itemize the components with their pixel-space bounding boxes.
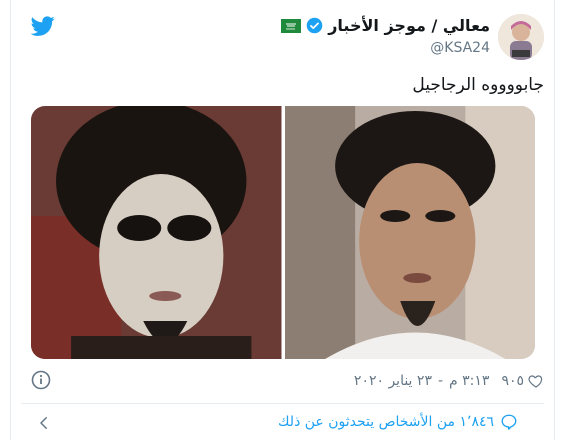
user-handle[interactable]: @KSA24 bbox=[430, 40, 490, 56]
tweet-time[interactable]: ٣:١٣ م bbox=[449, 373, 489, 389]
tweet-media[interactable] bbox=[31, 106, 535, 359]
photo-left[interactable] bbox=[31, 106, 282, 359]
time-separator: - bbox=[437, 373, 444, 389]
chevron-left-icon[interactable] bbox=[35, 414, 53, 432]
verified-badge-icon bbox=[306, 17, 323, 34]
author-name-row: معالي / موجز الأخبار bbox=[281, 16, 490, 35]
divider bbox=[21, 403, 544, 404]
embedded-tweet-card: معالي / موجز الأخبار @KSA24 جابووووه الر… bbox=[10, 0, 555, 440]
conversation-link[interactable]: ١٬٨٤٦ من الأشخاص يتحدثون عن ذلك bbox=[278, 413, 518, 431]
twitter-bird-icon[interactable] bbox=[31, 14, 55, 38]
speech-bubble-icon bbox=[501, 414, 517, 430]
display-name[interactable]: معالي / موجز الأخبار bbox=[328, 16, 490, 35]
saudi-flag-icon bbox=[281, 18, 302, 33]
tweet-meta: ٩٠٥ ٣:١٣ م - ٢٣ يناير ٢٠٢٠ bbox=[31, 370, 544, 392]
photo-right[interactable] bbox=[284, 106, 535, 359]
avatar[interactable] bbox=[498, 14, 544, 60]
heart-icon[interactable] bbox=[528, 373, 544, 389]
conversation-text: ١٬٨٤٦ من الأشخاص يتحدثون عن ذلك bbox=[278, 414, 494, 430]
tweet-text: جابووووه الرجاجيل bbox=[412, 75, 544, 95]
tweet-date[interactable]: ٢٣ يناير ٢٠٢٠ bbox=[354, 373, 432, 389]
like-count[interactable]: ٩٠٥ bbox=[501, 373, 544, 389]
like-count-value: ٩٠٥ bbox=[501, 373, 524, 389]
